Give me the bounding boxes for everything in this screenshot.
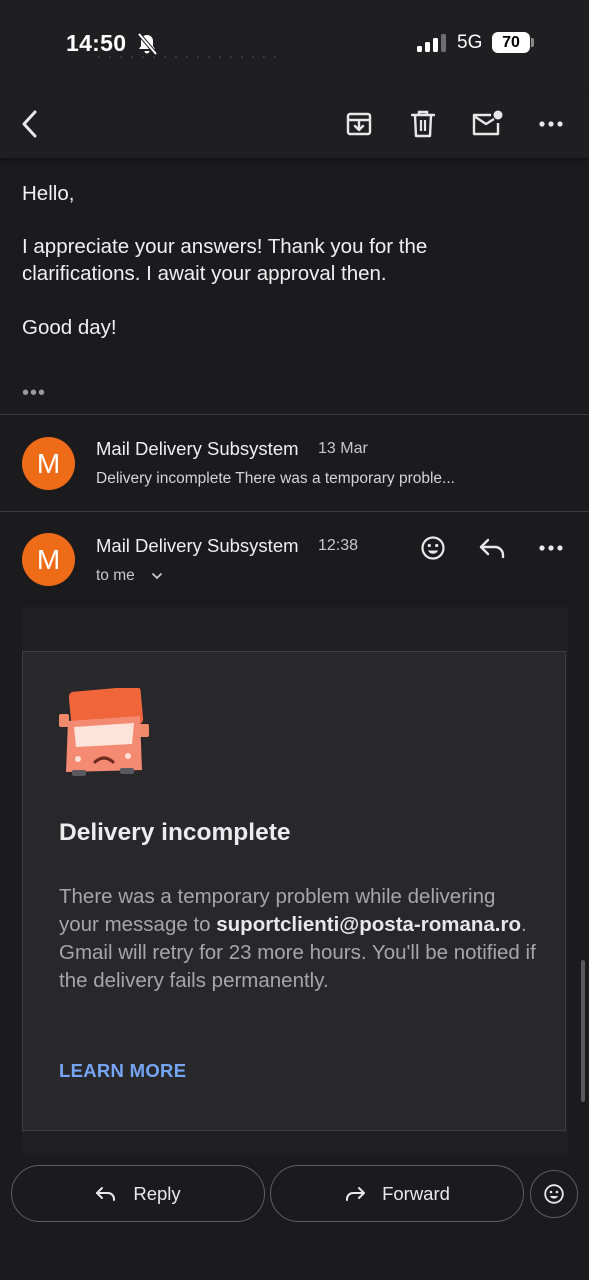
- sender-avatar: M: [22, 437, 75, 490]
- more-icon: [539, 121, 563, 127]
- recipient-label: to me: [96, 567, 135, 584]
- scrollbar[interactable]: [581, 960, 585, 1102]
- show-trimmed-content-button[interactable]: •••: [22, 382, 46, 405]
- sender-avatar[interactable]: M: [22, 533, 75, 586]
- status-time: 14:50: [66, 30, 127, 56]
- message-snippet: Delivery incomplete There was a temporar…: [96, 470, 455, 487]
- reply-button[interactable]: [472, 528, 512, 568]
- recipient-email: suportclienti@posta-romana.ro: [216, 913, 521, 936]
- message-signoff: Good day!: [22, 316, 117, 339]
- reply-icon: [479, 538, 505, 559]
- emoji-icon: [544, 1184, 564, 1204]
- notice-title: Delivery incomplete: [59, 819, 291, 846]
- more-icon: [539, 545, 563, 551]
- reply-icon: [96, 1186, 116, 1201]
- message-greeting: Hello,: [22, 182, 75, 205]
- divider: [0, 511, 589, 512]
- emoji-icon: [421, 536, 445, 560]
- more-options-button[interactable]: [531, 104, 571, 144]
- archive-button[interactable]: [339, 104, 379, 144]
- delete-button[interactable]: [403, 104, 443, 144]
- message-more-button[interactable]: [531, 528, 571, 568]
- notice-body: There was a temporary problem while deli…: [59, 883, 539, 995]
- reply-label: Reply: [133, 1182, 181, 1204]
- sender-name: Mail Delivery Subsystem: [96, 535, 299, 556]
- bell-muted-icon: [137, 32, 158, 56]
- sender-name: Mail Delivery Subsystem: [96, 438, 299, 459]
- chevron-down-icon: [151, 572, 163, 580]
- forward-label: Forward: [382, 1182, 450, 1204]
- trash-icon: [411, 110, 435, 138]
- add-reaction-button[interactable]: [413, 528, 453, 568]
- message-line: I appreciate your answers! Thank you for…: [22, 235, 428, 258]
- forward-icon: [346, 1186, 366, 1201]
- status-bar: · · · · · · · · · · · · · · · · · 14:50 …: [0, 0, 589, 90]
- divider: [0, 414, 589, 415]
- mark-unread-button[interactable]: [467, 104, 507, 144]
- back-button[interactable]: [10, 104, 50, 144]
- message-time: 12:38: [318, 537, 359, 554]
- network-type: 5G: [457, 32, 483, 53]
- react-emoji-button[interactable]: [530, 1170, 578, 1218]
- delivery-truck-icon: [59, 688, 149, 776]
- signal-icon: [417, 34, 446, 52]
- recipient-details-toggle[interactable]: to me: [96, 567, 163, 585]
- battery-cap: [531, 38, 534, 47]
- back-arrow-icon: [22, 110, 37, 138]
- message-date: 13 Mar: [318, 440, 368, 457]
- mark-unread-icon: [472, 110, 503, 136]
- learn-more-link[interactable]: LEARN MORE: [59, 1060, 186, 1082]
- top-toolbar: [0, 90, 589, 158]
- battery-level: 70: [492, 32, 530, 53]
- reply-pill-button[interactable]: Reply: [11, 1165, 265, 1222]
- archive-icon: [346, 112, 372, 136]
- message-line: clarifications. I await your approval th…: [22, 262, 387, 285]
- forward-pill-button[interactable]: Forward: [270, 1165, 524, 1222]
